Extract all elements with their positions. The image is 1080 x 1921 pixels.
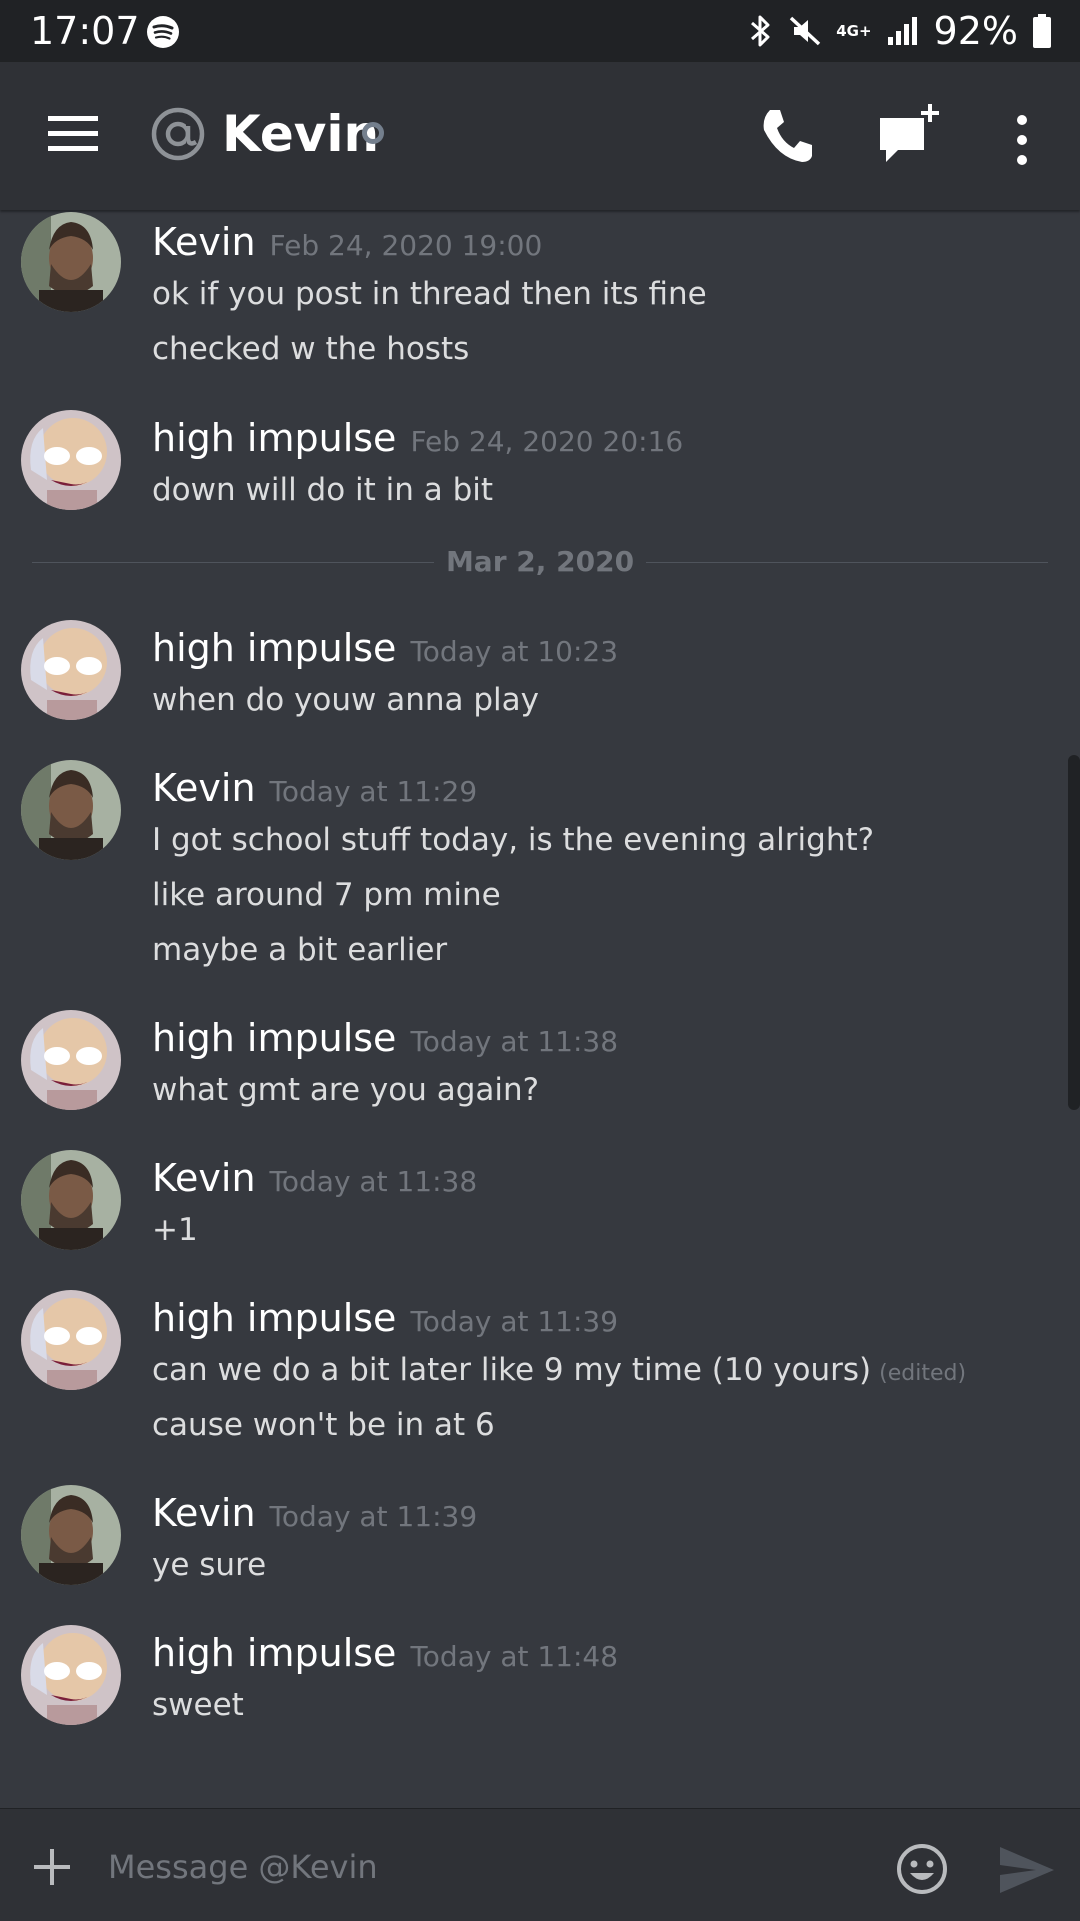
message-author[interactable]: high impulse bbox=[152, 1631, 396, 1675]
message-text[interactable]: checked w the hosts bbox=[152, 329, 469, 369]
spotify-icon bbox=[147, 16, 179, 48]
message-text[interactable]: when do youw anna play bbox=[152, 680, 539, 720]
message-text[interactable]: I got school stuff today, is the evening… bbox=[152, 820, 874, 860]
message-text[interactable]: +1 bbox=[152, 1210, 198, 1250]
status-dot bbox=[362, 122, 384, 144]
bluetooth-icon bbox=[751, 15, 770, 47]
signal-icon bbox=[887, 17, 917, 45]
message-author[interactable]: Kevin bbox=[152, 766, 256, 810]
message-text[interactable]: ye sure bbox=[152, 1545, 266, 1585]
avatar[interactable] bbox=[21, 1625, 121, 1725]
channel-header: Kevin bbox=[0, 62, 1080, 210]
message-timestamp: Feb 24, 2020 20:16 bbox=[410, 425, 684, 458]
message-timestamp: Feb 24, 2020 19:00 bbox=[269, 229, 543, 262]
message-author[interactable]: high impulse bbox=[152, 626, 396, 670]
message-timestamp: Today at 11:38 bbox=[269, 1165, 478, 1198]
message-author[interactable]: high impulse bbox=[152, 416, 396, 460]
at-sign-icon bbox=[151, 107, 205, 161]
avatar[interactable] bbox=[21, 760, 121, 860]
phone-call-icon[interactable] bbox=[758, 106, 814, 166]
date-divider: Mar 2, 2020 bbox=[32, 542, 1048, 582]
message-text[interactable]: like around 7 pm mine bbox=[152, 875, 501, 915]
message-text[interactable]: down will do it in a bit bbox=[152, 470, 493, 510]
avatar[interactable] bbox=[21, 620, 121, 720]
message-timestamp: Today at 11:39 bbox=[410, 1305, 619, 1338]
message-text[interactable]: can we do a bit later like 9 my time (10… bbox=[152, 1352, 871, 1388]
message-timestamp: Today at 11:48 bbox=[410, 1640, 619, 1673]
date-divider-label: Mar 2, 2020 bbox=[445, 545, 635, 578]
message-text[interactable]: sweet bbox=[152, 1685, 244, 1725]
emoji-icon[interactable] bbox=[896, 1843, 948, 1895]
message-list[interactable]: Kevin Feb 24, 2020 19:00 ok if you post i… bbox=[0, 210, 1080, 1808]
message-text-edited[interactable]: can we do a bit later like 9 my time (10… bbox=[152, 1350, 966, 1394]
message-timestamp: Today at 10:23 bbox=[410, 635, 619, 668]
message-timestamp: Today at 11:39 bbox=[269, 1500, 478, 1533]
message-text[interactable]: cause won't be in at 6 bbox=[152, 1405, 495, 1445]
battery-icon bbox=[1033, 14, 1051, 48]
message-author[interactable]: high impulse bbox=[152, 1296, 396, 1340]
status-time: 17:07 bbox=[30, 9, 140, 53]
edited-label: (edited) bbox=[879, 1361, 967, 1386]
message-author[interactable]: high impulse bbox=[152, 1016, 396, 1060]
message-author[interactable]: Kevin bbox=[152, 1491, 256, 1535]
send-icon[interactable] bbox=[998, 1845, 1056, 1895]
message-text[interactable]: ok if you post in thread then its fine bbox=[152, 274, 707, 314]
avatar[interactable] bbox=[21, 212, 121, 312]
avatar[interactable] bbox=[21, 1150, 121, 1250]
add-attachment-icon[interactable] bbox=[32, 1847, 72, 1887]
scrollbar[interactable] bbox=[1068, 755, 1080, 1110]
message-author[interactable]: Kevin bbox=[152, 1156, 256, 1200]
channel-title: Kevin bbox=[222, 105, 380, 163]
hamburger-menu-icon[interactable] bbox=[48, 114, 98, 154]
message-composer bbox=[0, 1808, 1080, 1921]
avatar[interactable] bbox=[21, 1485, 121, 1585]
network-type: 4G+ bbox=[836, 22, 872, 40]
new-group-dm-icon[interactable] bbox=[876, 100, 946, 166]
status-bar: 17:07 4G+ 92% bbox=[0, 0, 1080, 62]
avatar[interactable] bbox=[21, 1290, 121, 1390]
message-timestamp: Today at 11:29 bbox=[269, 775, 478, 808]
avatar[interactable] bbox=[21, 1010, 121, 1110]
message-timestamp: Today at 11:38 bbox=[410, 1025, 619, 1058]
mute-icon bbox=[790, 16, 821, 46]
message-input[interactable] bbox=[106, 1839, 850, 1895]
more-options-icon[interactable] bbox=[1008, 114, 1036, 166]
battery-level: 92% bbox=[933, 9, 1018, 53]
message-author[interactable]: Kevin bbox=[152, 220, 256, 264]
message-text[interactable]: maybe a bit earlier bbox=[152, 930, 447, 970]
avatar[interactable] bbox=[21, 410, 121, 510]
message-text[interactable]: what gmt are you again? bbox=[152, 1070, 539, 1110]
